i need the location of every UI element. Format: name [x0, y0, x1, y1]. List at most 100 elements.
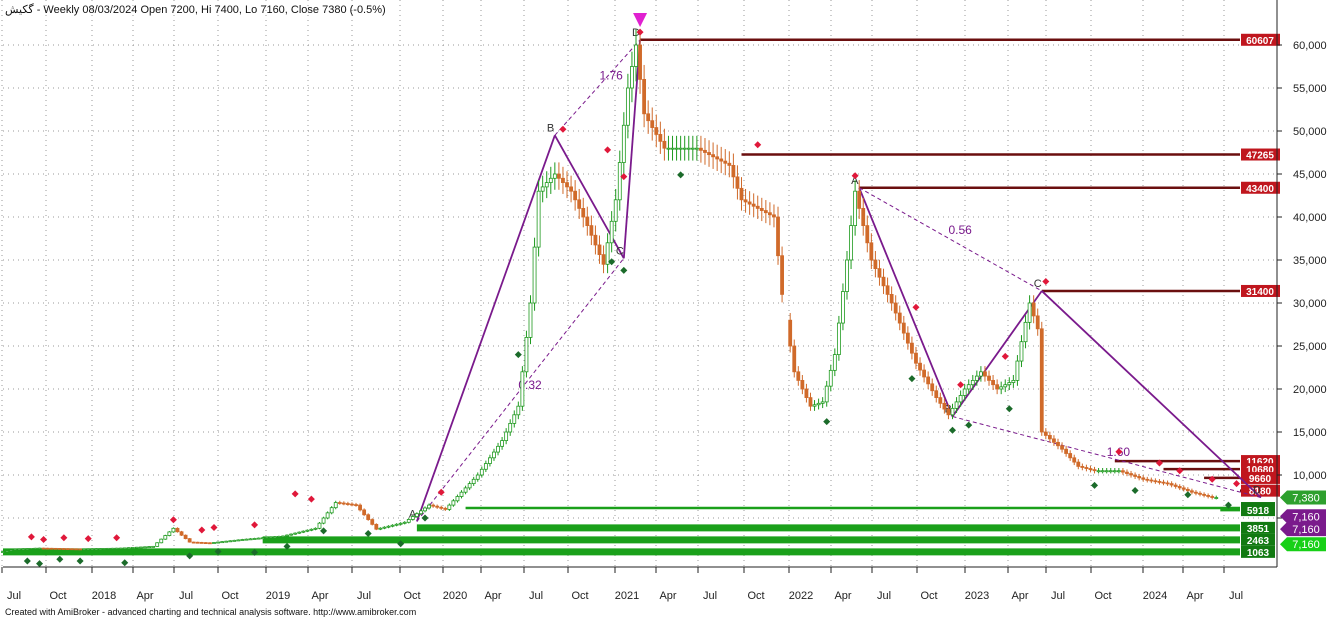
candle-body	[946, 408, 951, 416]
candle-body	[638, 44, 642, 80]
candle-body	[1141, 477, 1146, 480]
candle-body	[1092, 469, 1097, 472]
candle-body	[828, 369, 833, 387]
candle-body	[329, 507, 334, 514]
candle-body	[711, 154, 715, 158]
candle-body	[260, 537, 265, 540]
candle-body	[90, 548, 95, 551]
candle-body	[962, 388, 967, 396]
candle-body	[406, 519, 411, 523]
candle-body	[435, 505, 440, 508]
x-tick-label: Oct	[1094, 590, 1111, 602]
support-tag-label: 3851	[1247, 524, 1270, 535]
resistance-tag-label: 60607	[1246, 36, 1274, 47]
candle-body	[394, 523, 399, 526]
x-tick-label: Oct	[920, 590, 937, 602]
candle-body	[49, 547, 54, 550]
candle-body	[1145, 478, 1150, 481]
candle-body	[723, 160, 728, 164]
candle-body	[966, 384, 971, 390]
candle-body	[1108, 470, 1113, 473]
candle-body	[252, 538, 257, 540]
x-tick-label: 2023	[965, 590, 989, 602]
candle-body	[224, 540, 229, 543]
candle-body	[703, 149, 707, 153]
candle-body	[500, 440, 504, 447]
candle-body	[597, 244, 602, 256]
price-tag-label: 7,160	[1292, 511, 1320, 523]
candle-body	[1125, 471, 1129, 474]
price-tag-label: 7,380	[1292, 493, 1320, 505]
candle-body	[897, 312, 902, 324]
candle-body	[390, 524, 395, 527]
candle-body	[621, 124, 626, 163]
candle-body	[163, 535, 168, 540]
candle-body	[285, 534, 289, 537]
candle-body	[370, 519, 375, 525]
candle-body	[565, 182, 569, 188]
candle-body	[674, 147, 679, 150]
x-tick-label: Apr	[659, 590, 676, 602]
candle-body	[475, 474, 480, 480]
candle-body	[382, 526, 387, 529]
candle-body	[187, 538, 192, 543]
candle-body	[179, 531, 184, 536]
x-tick-label: Apr	[311, 590, 328, 602]
candle-body	[812, 404, 817, 407]
resistance-tag-label: 47265	[1246, 151, 1274, 162]
resistance-tag-label: 43400	[1246, 184, 1274, 195]
candle-body	[1149, 479, 1154, 482]
fib-ratio-label: 0.56	[948, 223, 972, 237]
candle-body	[398, 522, 403, 525]
candle-body	[459, 491, 464, 497]
x-tick-label: 2022	[789, 590, 813, 602]
candle-body	[942, 402, 947, 410]
candle-body	[954, 401, 959, 409]
candle-body	[212, 542, 216, 544]
candle-body	[366, 514, 371, 520]
candle-body	[914, 352, 918, 364]
candle-body	[1047, 435, 1052, 440]
candle-body	[516, 405, 521, 416]
price-chart[interactable]: 6060747265434003140011620106809660818071…	[0, 0, 1336, 619]
candle-body	[646, 113, 651, 122]
candle-body	[1027, 302, 1032, 323]
candle-body	[419, 510, 423, 515]
candle-body	[228, 540, 233, 543]
candle-body	[845, 259, 849, 292]
candle-body	[881, 276, 886, 287]
x-tick-label: Jul	[7, 590, 21, 602]
candle-body	[694, 147, 699, 150]
candle-body	[1096, 470, 1101, 473]
y-tick-label: 10,000	[1293, 470, 1327, 482]
x-tick-label: Apr	[834, 590, 851, 602]
label-layer: 7,3807,1607,1607,160	[1280, 490, 1326, 552]
candle-body	[1206, 494, 1211, 497]
candle-body	[682, 147, 687, 150]
x-tick-label: Jul	[877, 590, 891, 602]
candle-body	[1007, 382, 1012, 386]
pattern-point-label: D	[1253, 485, 1261, 497]
candle-body	[135, 546, 139, 549]
candle-body	[1153, 480, 1158, 483]
candle-body	[763, 210, 768, 214]
candle-body	[650, 120, 655, 128]
candle-body	[1, 551, 5, 553]
footer-credit: Created with AmiBroker - advanced charti…	[5, 607, 416, 617]
price-tag-label: 7,160	[1292, 539, 1320, 551]
candle-body	[374, 523, 379, 530]
candle-body	[601, 254, 606, 265]
candle-body	[743, 199, 748, 203]
candle-body	[159, 538, 164, 544]
candle-body	[167, 531, 172, 536]
candle-body	[524, 336, 529, 373]
candle-body	[410, 516, 415, 520]
candle-body	[309, 528, 314, 531]
candle-body	[240, 539, 245, 541]
candle-body	[1181, 487, 1186, 490]
support-tag-label: 5918	[1247, 506, 1270, 517]
candle-body	[86, 548, 91, 551]
candle-body	[678, 147, 683, 150]
candle-body	[293, 532, 298, 535]
candle-body	[29, 547, 34, 550]
